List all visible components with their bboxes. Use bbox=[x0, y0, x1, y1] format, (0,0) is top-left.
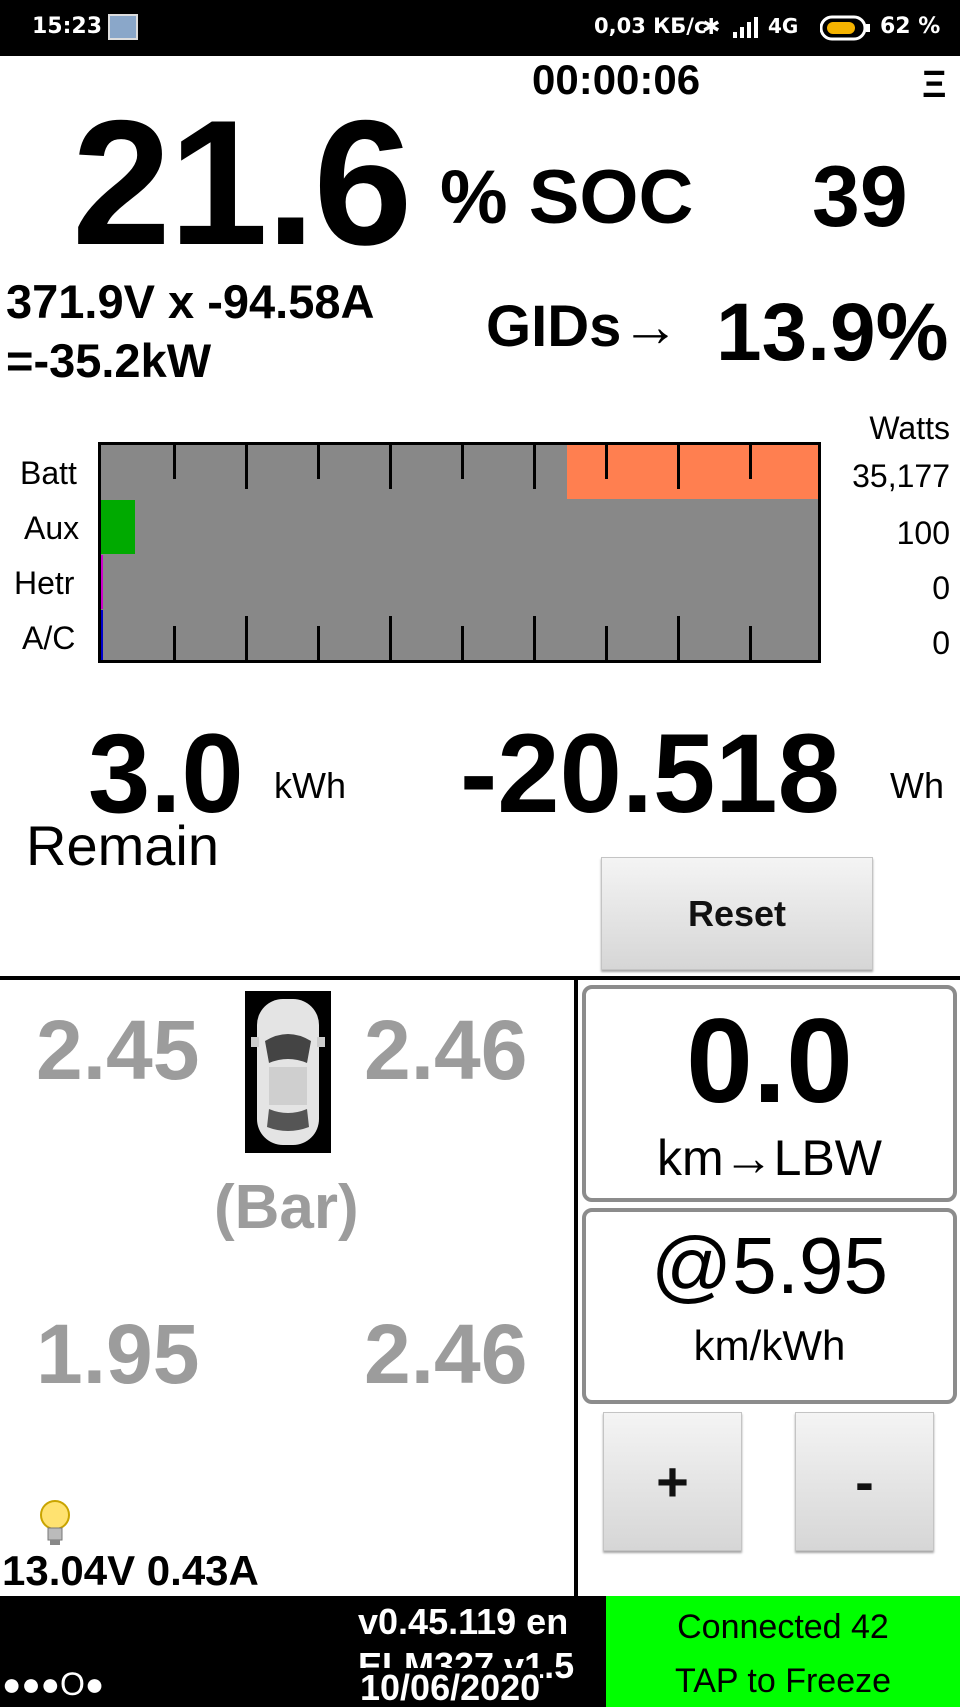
vertical-divider bbox=[574, 978, 578, 1596]
trip-energy-value: -20.518 bbox=[460, 711, 840, 836]
row-label-batt: Batt bbox=[20, 455, 77, 491]
reset-button[interactable]: Reset bbox=[601, 857, 873, 970]
tick-mark-top bbox=[317, 445, 320, 479]
watts-header: Watts bbox=[869, 410, 950, 446]
footer-info: v0.45.119 en ELM327 v1.5 10/06/2020 ●●●O… bbox=[0, 1596, 606, 1707]
connection-status: Connected 42 bbox=[677, 1608, 889, 1646]
row-label-ac: A/C bbox=[22, 620, 76, 656]
soc-value: 21.6 bbox=[72, 83, 412, 282]
elapsed-timer: 00:00:06 bbox=[532, 56, 701, 103]
watts-aux: 100 bbox=[896, 515, 950, 551]
aux-battery-reading: 13.04V 0.43A bbox=[2, 1547, 259, 1594]
remain-label: Remain bbox=[26, 814, 219, 877]
tick-mark-top bbox=[173, 445, 176, 479]
watts-batt: 35,177 bbox=[852, 458, 950, 494]
efficiency-card[interactable]: @5.95 km/kWh bbox=[582, 1208, 957, 1404]
tire-rear-left: 1.95 bbox=[36, 1307, 200, 1401]
bar-hetr bbox=[101, 555, 103, 609]
status-bar: 15:23 0,03 КБ/с ✱ 4G 62 % bbox=[0, 0, 960, 56]
plus-button[interactable]: + bbox=[603, 1412, 742, 1551]
soc-unit: % SOC bbox=[440, 155, 694, 240]
date: 10/06/2020 bbox=[360, 1667, 541, 1707]
tire-front-right: 2.46 bbox=[364, 1003, 528, 1097]
tire-front-left: 2.45 bbox=[36, 1003, 200, 1097]
watts-hetr: 0 bbox=[932, 570, 950, 606]
tick-mark-top bbox=[605, 445, 608, 479]
status-battery-percent: 62 % bbox=[880, 14, 941, 39]
status-network-type: 4G bbox=[768, 14, 799, 38]
signal-icon bbox=[732, 16, 760, 43]
connection-status-button[interactable]: Connected 42 TAP to Freeze bbox=[606, 1596, 960, 1707]
minus-button[interactable]: - bbox=[795, 1412, 934, 1551]
tick-mark-bottom bbox=[533, 616, 536, 660]
status-dots: ●●●O● bbox=[2, 1666, 105, 1702]
range-value: 0.0 bbox=[686, 994, 853, 1128]
tick-mark-top bbox=[533, 445, 536, 489]
tick-mark-top bbox=[245, 445, 248, 489]
status-network-speed: 0,03 КБ/с bbox=[594, 14, 707, 38]
tire-pressure-unit: (Bar) bbox=[214, 1173, 359, 1242]
gids-percent: 13.9% bbox=[716, 287, 949, 378]
status-time: 15:23 bbox=[32, 14, 103, 39]
bar-ac bbox=[101, 610, 103, 660]
gallery-notification-icon bbox=[108, 14, 138, 40]
app-version: v0.45.119 en bbox=[358, 1601, 569, 1642]
efficiency-unit: km/kWh bbox=[693, 1322, 846, 1369]
tick-mark-bottom bbox=[605, 626, 608, 660]
bluetooth-icon: ✱ bbox=[702, 14, 721, 39]
gids-label: GIDs→ bbox=[486, 294, 680, 359]
trip-energy-unit: Wh bbox=[890, 765, 944, 806]
tick-mark-bottom bbox=[389, 616, 392, 660]
tick-mark-bottom bbox=[317, 626, 320, 660]
tap-to-freeze: TAP to Freeze bbox=[674, 1662, 892, 1700]
row-label-aux: Aux bbox=[24, 510, 80, 546]
voltage-current: 371.9V x -94.58A bbox=[6, 275, 375, 328]
battery-icon bbox=[819, 15, 872, 46]
menu-icon[interactable]: Ξ bbox=[922, 64, 946, 107]
tick-mark-bottom bbox=[461, 626, 464, 660]
tick-mark-bottom bbox=[173, 626, 176, 660]
tick-mark-bottom bbox=[749, 626, 752, 660]
tick-mark-top bbox=[389, 445, 392, 489]
tick-mark-top bbox=[677, 445, 680, 489]
tick-mark-top bbox=[461, 445, 464, 479]
bar-aux bbox=[101, 500, 135, 554]
power-kw: =-35.2kW bbox=[6, 334, 212, 387]
tick-mark-bottom bbox=[677, 616, 680, 660]
remain-unit: kWh bbox=[274, 765, 346, 806]
range-label: km→LBW bbox=[657, 1130, 882, 1186]
tick-mark-top bbox=[749, 445, 752, 479]
tire-rear-right: 2.46 bbox=[364, 1307, 528, 1401]
watts-ac: 0 bbox=[932, 625, 950, 661]
row-label-hetr: Hetr bbox=[14, 565, 75, 601]
horizontal-divider bbox=[0, 976, 960, 980]
car-top-view-icon bbox=[245, 991, 331, 1153]
efficiency-value: @5.95 bbox=[651, 1221, 888, 1310]
tick-mark-bottom bbox=[245, 616, 248, 660]
power-bar-graph bbox=[98, 442, 821, 663]
gids-count: 39 bbox=[812, 149, 908, 245]
lightbulb-icon bbox=[38, 1498, 72, 1553]
range-card[interactable]: 0.0 km→LBW bbox=[582, 985, 957, 1202]
